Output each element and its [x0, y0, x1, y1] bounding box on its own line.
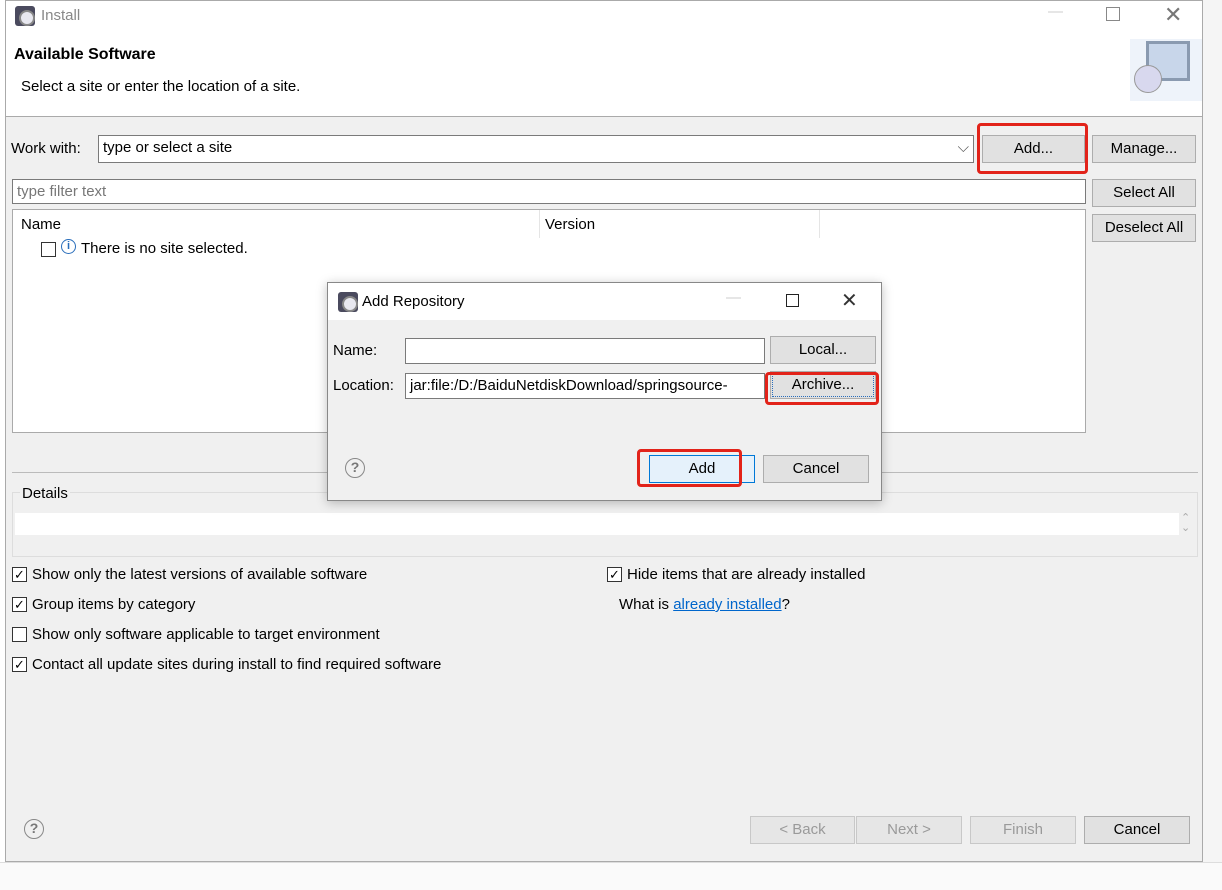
close-icon[interactable]: ✕ [841, 288, 858, 313]
highlight-add [637, 449, 742, 487]
window-title: Install [41, 7, 81, 24]
cancel-button[interactable]: Cancel [1084, 816, 1190, 844]
page-subtitle: Select a site or enter the location of a… [21, 78, 301, 95]
option-label: Show only the latest versions of availab… [32, 566, 368, 583]
eclipse-icon [338, 292, 358, 312]
details-group: ⌃ ⌄ [12, 492, 1198, 557]
location-value: jar:file:/D:/BaiduNetdiskDownload/spring… [410, 377, 728, 394]
deselect-all-button[interactable]: Deselect All [1092, 214, 1196, 242]
next-button[interactable]: Next > [856, 816, 962, 844]
manage-button[interactable]: Manage... [1092, 135, 1196, 163]
details-scroll-icon[interactable]: ⌃ ⌄ [1181, 513, 1190, 534]
name-label: Name: [333, 342, 378, 359]
option-checkbox-contact-sites[interactable]: ✓ [12, 657, 27, 672]
column-divider [539, 210, 540, 238]
what-is-installed: What is already installed? [619, 596, 790, 613]
work-with-label: Work with: [11, 140, 81, 157]
highlight-archive [765, 372, 879, 405]
location-label: Location: [333, 377, 394, 394]
minimize-icon[interactable]: — [1048, 3, 1063, 20]
close-icon[interactable]: ✕ [1164, 2, 1182, 28]
column-version[interactable]: Version [545, 216, 595, 233]
help-icon[interactable]: ? [24, 819, 44, 839]
add-repo-title: Add Repository [362, 293, 465, 310]
maximize-icon[interactable] [1106, 7, 1120, 21]
name-input[interactable] [405, 338, 765, 364]
background-app [1203, 0, 1222, 890]
back-button[interactable]: < Back [750, 816, 855, 844]
hide-installed-label: Hide items that are already installed [627, 566, 866, 583]
location-input[interactable]: jar:file:/D:/BaiduNetdiskDownload/spring… [405, 373, 765, 399]
page-title: Available Software [14, 46, 156, 63]
details-text [15, 513, 1179, 535]
column-divider [819, 210, 820, 238]
chevron-down-icon[interactable]: ⌵ [958, 136, 969, 160]
what-is-suffix: ? [781, 596, 790, 613]
header-area: Available Software Select a site or ente… [6, 31, 1202, 117]
what-is-prefix: What is [619, 596, 674, 613]
option-checkbox-target-env[interactable] [12, 627, 27, 642]
maximize-icon[interactable] [786, 294, 799, 307]
minimize-icon[interactable]: — [726, 289, 741, 306]
option-label: Group items by category [32, 596, 196, 613]
add-repository-dialog: Add Repository — ✕ Name: Local... Locati… [327, 282, 882, 501]
cancel-button[interactable]: Cancel [763, 455, 869, 483]
row-checkbox[interactable] [41, 242, 56, 257]
info-icon: i [61, 239, 76, 254]
column-name[interactable]: Name [21, 216, 61, 233]
highlight-add-site [977, 123, 1088, 174]
finish-button[interactable]: Finish [970, 816, 1076, 844]
background-app-bottom [0, 862, 1222, 890]
details-label: Details [20, 485, 70, 502]
filter-placeholder: type filter text [17, 183, 107, 200]
filter-input[interactable]: type filter text [12, 179, 1086, 204]
install-software-icon [1130, 39, 1202, 101]
option-checkbox-latest[interactable]: ✓ [12, 567, 27, 582]
option-label: Contact all update sites during install … [32, 656, 442, 673]
option-checkbox-group[interactable]: ✓ [12, 597, 27, 612]
title-bar: Install — ✕ [6, 1, 1202, 31]
local-button[interactable]: Local... [770, 336, 876, 364]
work-with-combo[interactable]: type or select a site ⌵ [98, 135, 974, 163]
hide-installed-checkbox[interactable]: ✓ [607, 567, 622, 582]
work-with-value: type or select a site [103, 139, 233, 156]
option-label: Show only software applicable to target … [32, 626, 380, 643]
select-all-button[interactable]: Select All [1092, 179, 1196, 207]
eclipse-icon [15, 6, 35, 26]
empty-row-text: There is no site selected. [81, 240, 248, 257]
help-icon[interactable]: ? [345, 458, 365, 478]
already-installed-link[interactable]: already installed [673, 596, 781, 613]
add-repo-title-bar: Add Repository — ✕ [328, 283, 881, 320]
